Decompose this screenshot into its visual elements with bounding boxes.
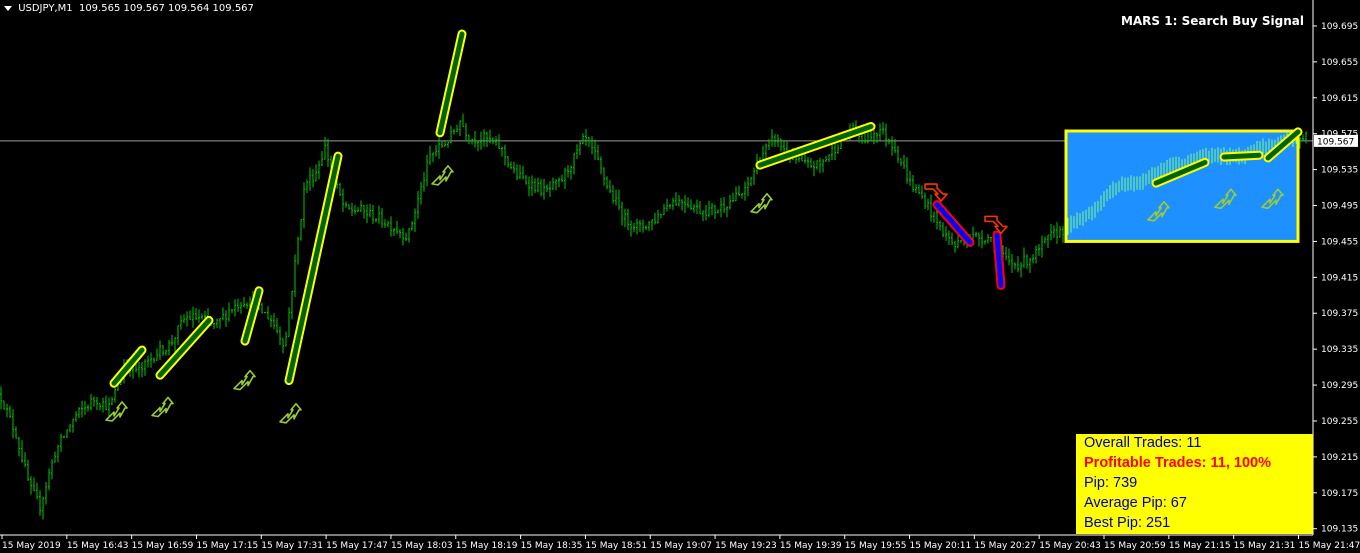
trend-segment-up [1221,152,1262,160]
signal-title: MARS 1: Search Buy Signal [1120,14,1304,28]
ohlc-values: 109.565 109.567 109.564 109.567 [78,3,254,14]
time-tick-label: 15 May 21:31 [1234,541,1296,551]
price-tick-label: 109.415 [1321,273,1358,283]
stats-panel: Overall Trades: 11 Profitable Trades: 11… [1076,434,1313,534]
time-tick-label: 15 May 21:47 [1298,541,1360,551]
price-tick-label: 109.535 [1321,166,1358,176]
time-tick-label: 15 May 17:31 [261,541,323,551]
symbol-label: USDJPY,M1 [18,3,73,14]
time-tick-label: 15 May 2019 [2,541,61,551]
current-price-label: 109.567 [1317,137,1354,147]
time-tick-label: 15 May 19:55 [845,541,907,551]
symbol-header[interactable]: USDJPY,M1 109.565 109.567 109.564 109.56… [4,3,254,14]
time-tick-label: 15 May 19:07 [650,541,712,551]
price-tick-label: 109.175 [1321,489,1358,499]
price-tick-label: 109.255 [1321,417,1358,427]
time-tick-label: 15 May 18:51 [585,541,647,551]
overall-trades: Overall Trades: 11 [1084,435,1202,451]
price-tick-label: 109.135 [1321,525,1358,535]
time-tick-label: 15 May 18:35 [521,541,583,551]
pip-total: Pip: 739 [1084,475,1138,491]
time-tick-label: 15 May 20:11 [910,541,972,551]
price-tick-label: 109.375 [1321,309,1358,319]
time-tick-label: 15 May 20:27 [974,541,1036,551]
price-tick-label: 109.655 [1321,58,1358,68]
time-tick-label: 15 May 17:15 [196,541,258,551]
price-tick-label: 109.215 [1321,453,1358,463]
time-tick-label: 15 May 19:39 [780,541,842,551]
dropdown-triangle-icon[interactable] [4,5,12,11]
price-tick-label: 109.455 [1321,237,1358,247]
time-tick-label: 15 May 16:43 [67,541,129,551]
time-tick-label: 15 May 21:15 [1169,541,1231,551]
time-tick-label: 15 May 19:23 [715,541,777,551]
time-tick-label: 15 May 18:03 [391,541,453,551]
price-tick-label: 109.295 [1321,381,1358,391]
time-tick-label: 15 May 20:59 [1104,541,1166,551]
best-pip: Best Pip: 251 [1084,515,1171,531]
price-tick-label: 109.335 [1321,345,1358,355]
time-tick-label: 15 May 17:47 [326,541,388,551]
price-tick-label: 109.695 [1321,22,1358,32]
profitable-trades: Profitable Trades: 11, 100% [1084,455,1271,471]
price-tick-label: 109.615 [1321,94,1358,104]
time-tick-label: 15 May 20:43 [1039,541,1101,551]
price-tick-label: 109.495 [1321,202,1358,212]
average-pip: Average Pip: 67 [1084,495,1187,511]
time-tick-label: 15 May 18:19 [456,541,518,551]
time-tick-label: 15 May 16:59 [132,541,194,551]
